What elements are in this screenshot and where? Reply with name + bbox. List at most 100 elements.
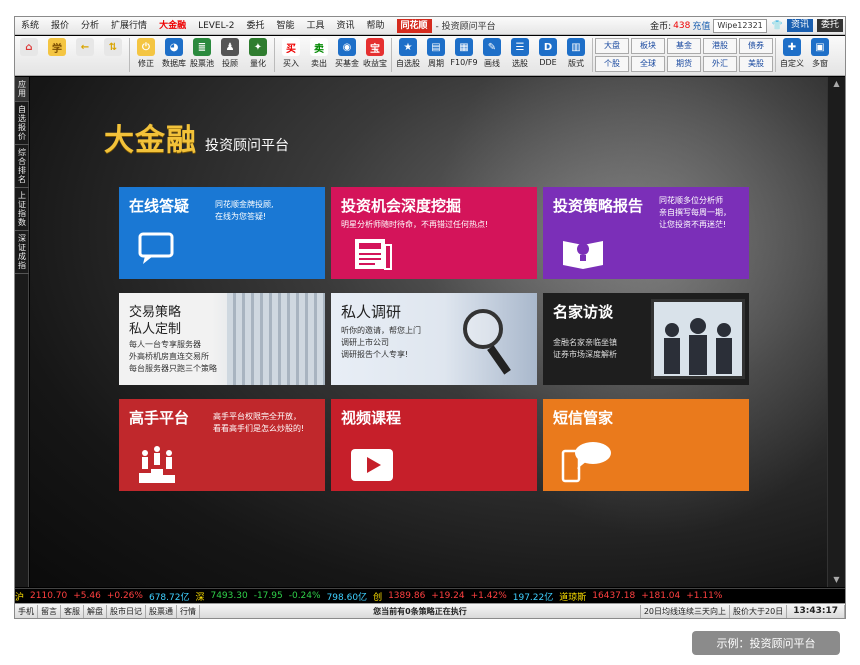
- status-bar: 手机 留言 客服 解盘 股市日记 股票通 行情 您当前有0条策略正在执行 20日…: [15, 603, 845, 618]
- alert-1[interactable]: 20日均线连续三天向上: [639, 604, 731, 618]
- menu-smart[interactable]: 智能: [270, 17, 300, 35]
- custom-button[interactable]: ✚ 自定义: [779, 38, 805, 69]
- ticker-sz-index[interactable]: 7493.30: [210, 591, 247, 601]
- play-icon: [351, 449, 393, 481]
- database-button[interactable]: ◕ 数据库: [161, 38, 187, 69]
- news-button[interactable]: 资讯: [786, 19, 813, 32]
- recharge-link[interactable]: 充值: [692, 19, 710, 32]
- watchlist-button[interactable]: ★ 自选股: [395, 38, 421, 69]
- toolbar-separator: [274, 38, 275, 72]
- market-4[interactable]: 债券: [739, 38, 773, 54]
- menu-extended[interactable]: 扩展行情: [105, 17, 153, 35]
- learn-button[interactable]: 学: [44, 38, 70, 58]
- treasure-button[interactable]: 宝收益宝: [362, 38, 388, 69]
- username-box[interactable]: Wipe12321: [713, 18, 767, 33]
- tile-online-qa[interactable]: 在线答疑 同花顺金牌投顾, 在线为您答疑!: [119, 187, 325, 279]
- ticker-sh-pct: +0.26%: [106, 591, 143, 601]
- tile-master-platform[interactable]: 高手平台 高手平台权限完全开放， 看看高手们是怎么炒股的!: [119, 399, 325, 491]
- tile-desc-line: 高手平台权限完全开放，: [213, 412, 301, 421]
- stockpool-button[interactable]: ≣ 股票池: [189, 38, 215, 69]
- buy-button[interactable]: 买买入: [278, 38, 304, 69]
- dde-button[interactable]: D DDE: [535, 38, 561, 67]
- tile-title2: 私人定制: [129, 322, 182, 337]
- menu-help[interactable]: 帮助: [361, 17, 391, 35]
- toolbar-label: 版式: [568, 59, 584, 68]
- f10-button[interactable]: ▦ F10/F9: [450, 38, 478, 67]
- scroll-down-icon[interactable]: ▼: [828, 573, 845, 587]
- status-service[interactable]: 客服: [61, 604, 84, 618]
- menu-level2[interactable]: LEVEL-2: [192, 17, 240, 35]
- ticker-sh-index[interactable]: 2110.70: [30, 591, 67, 601]
- tile-private-strategy[interactable]: 交易策略 私人定制 每人一台专享服务器 外高桥机房直连交易所 每台服务器只跑三个…: [119, 293, 325, 385]
- market-1[interactable]: 板块: [631, 38, 665, 54]
- status-quotes[interactable]: 行情: [177, 604, 200, 618]
- side-tab-4[interactable]: 深证成指: [15, 231, 29, 274]
- menu-system[interactable]: 系统: [15, 17, 45, 35]
- menu-quote[interactable]: 报价: [45, 17, 75, 35]
- market-2[interactable]: 基金: [667, 38, 701, 54]
- trade-button[interactable]: 委托: [816, 19, 843, 32]
- menu-news[interactable]: 资讯: [331, 17, 361, 35]
- tile-video-course[interactable]: 视频课程: [331, 399, 537, 491]
- status-analysis[interactable]: 解盘: [84, 604, 107, 618]
- market-7[interactable]: 期货: [667, 56, 701, 72]
- sell-button[interactable]: 卖卖出: [306, 38, 332, 69]
- select-button[interactable]: ☰ 选股: [507, 38, 533, 69]
- chat-icon: [138, 232, 174, 264]
- tile-desc: 听你的邀请，帮您上门 调研上市公司 调研报告个人专享!: [341, 325, 421, 361]
- market-8[interactable]: 外汇: [703, 56, 737, 72]
- tile-opportunity[interactable]: 投资机会深度挖掘 明星分析师随时待命，不再错过任何热点!: [331, 187, 537, 279]
- tile-sms-manager[interactable]: 短信管家: [543, 399, 749, 491]
- tile-desc-line: 明星分析师随时待命，不再错过任何热点!: [341, 220, 489, 229]
- ticker-sh-amount: 678.72亿: [148, 592, 190, 603]
- stockpool-icon: ≣: [193, 38, 211, 56]
- shirt-icon[interactable]: 👕: [772, 21, 783, 31]
- tile-private-research[interactable]: 私人调研 听你的邀请，帮您上门 调研上市公司 调研报告个人专享!: [331, 293, 537, 385]
- draw-button[interactable]: ✎ 画线: [479, 38, 505, 69]
- side-tab-2[interactable]: 综合排名: [15, 145, 29, 188]
- tile-desc-line: 调研上市公司: [341, 338, 389, 347]
- home-button[interactable]: ⌂: [16, 38, 42, 58]
- back-button[interactable]: ←: [72, 38, 98, 58]
- scroll-up-icon[interactable]: ▲: [828, 77, 845, 91]
- alert-2[interactable]: 股价大于20日: [730, 604, 788, 618]
- status-message[interactable]: 留言: [38, 604, 61, 618]
- advisor-button[interactable]: ♟ 投顾: [217, 38, 243, 69]
- quant-button[interactable]: ✦ 量化: [245, 38, 271, 69]
- menu-analysis[interactable]: 分析: [75, 17, 105, 35]
- market-9[interactable]: 美股: [739, 56, 773, 72]
- toolbar-label: F10/F9: [450, 58, 478, 67]
- market-0[interactable]: 大盘: [595, 38, 629, 54]
- layout-button[interactable]: ▥ 版式: [563, 38, 589, 69]
- cycle-button[interactable]: ▤ 周期: [423, 38, 449, 69]
- market-grid: 大盘 板块 基金 港股 债券个股 全球 期货 外汇 美股: [595, 38, 773, 72]
- status-diary[interactable]: 股市日记: [107, 604, 146, 618]
- vertical-scrollbar[interactable]: ▲ ▼: [827, 77, 845, 587]
- status-stocktong[interactable]: 股票通: [146, 604, 177, 618]
- status-mobile[interactable]: 手机: [15, 604, 38, 618]
- f10-icon: ▦: [455, 38, 473, 56]
- updown-button[interactable]: ⇅: [100, 38, 126, 58]
- sms-icon: [561, 442, 611, 483]
- side-tab-1[interactable]: 自选报价: [15, 102, 29, 145]
- multiwin-button[interactable]: ▣ 多窗: [807, 38, 833, 69]
- fund-button[interactable]: ◉ 买基金: [334, 38, 360, 69]
- multiwin-icon: ▣: [811, 38, 829, 56]
- toolbar-label: 量化: [250, 59, 266, 68]
- tile-strategy-report[interactable]: 投资策略报告 同花顺多位分析师 亲自撰写每周一期， 让您投资不再迷茫!: [543, 187, 749, 279]
- power-button[interactable]: ⏻ 修正: [133, 38, 159, 69]
- tile-expert-interview[interactable]: 名家访谈 金融名家亲临坐镇 证券市场深度解析: [543, 293, 749, 385]
- side-tab-3[interactable]: 上证指数: [15, 188, 29, 231]
- market-3[interactable]: 港股: [703, 38, 737, 54]
- toolbar-label: 周期: [428, 59, 444, 68]
- menu-dajinrong[interactable]: 大金融: [153, 17, 192, 35]
- ticker-cy-index[interactable]: 1389.86: [388, 591, 425, 601]
- market-5[interactable]: 个股: [595, 56, 629, 72]
- toolbar-label: 画线: [484, 59, 500, 68]
- menu-trade[interactable]: 委托: [240, 17, 270, 35]
- menu-tools[interactable]: 工具: [300, 17, 330, 35]
- market-6[interactable]: 全球: [631, 56, 665, 72]
- ticker-dj-index[interactable]: 16437.18: [592, 591, 635, 601]
- toolbar-label: 数据库: [162, 59, 186, 68]
- side-tab-0[interactable]: 应用: [15, 77, 29, 102]
